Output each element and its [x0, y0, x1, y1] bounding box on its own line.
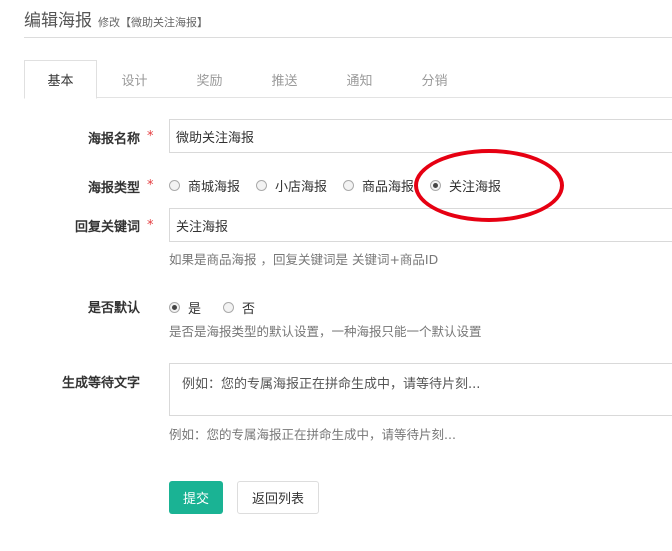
radio-label: 小店海报 — [275, 180, 328, 195]
back-to-list-button[interactable]: 返回列表 — [237, 481, 319, 514]
header-divider — [24, 37, 672, 38]
tab-distribution[interactable]: 分销 — [397, 60, 472, 98]
poster-name-label: 海报名称 — [87, 132, 140, 147]
waiting-text-label: 生成等待文字 — [61, 376, 140, 391]
is-default-radio-group: 是 否 — [169, 298, 271, 317]
radio-button-selected[interactable] — [169, 302, 180, 313]
radio-default-yes[interactable]: 是 — [169, 298, 201, 317]
reply-keyword-help: 如果是商品海报 ，回复关键词是 关键词+商品ID — [169, 252, 439, 267]
radio-label: 否 — [242, 302, 256, 317]
page-subtitle: 修改【微助关注海报】 — [98, 16, 208, 29]
required-mark: * — [147, 218, 154, 233]
tab-bar: 基本 设计 奖励 推送 通知 分销 — [24, 60, 672, 99]
radio-shop-poster[interactable]: 小店海报 — [256, 176, 327, 195]
radio-button[interactable] — [256, 180, 268, 191]
radio-button-selected[interactable] — [430, 180, 442, 191]
tab-push[interactable]: 推送 — [247, 60, 322, 98]
is-default-label: 是否默认 — [87, 301, 140, 316]
reply-keyword-input[interactable]: 关注海报 — [169, 208, 672, 242]
reply-keyword-label: 回复关键词 — [74, 220, 140, 235]
radio-button[interactable] — [169, 180, 180, 191]
poster-name-input[interactable]: 微助关注海报 — [169, 119, 672, 153]
radio-label: 商城海报 — [188, 180, 241, 195]
waiting-text-textarea[interactable]: 例如：您的专属海报正在拼命生成中，请等待片刻... — [169, 363, 672, 416]
waiting-text-help: 例如：您的专属海报正在拼命生成中，请等待片刻... — [169, 427, 456, 442]
is-default-help: 是否是海报类型的默认设置，一种海报只能一个默认设置 — [169, 324, 482, 339]
radio-label: 商品海报 — [362, 180, 415, 195]
required-mark: * — [147, 178, 154, 193]
poster-type-radio-group: 商城海报 小店海报 商品海报 关注海报 — [169, 176, 517, 195]
radio-button[interactable] — [223, 302, 235, 313]
radio-default-no[interactable]: 否 — [223, 298, 255, 317]
radio-label: 关注海报 — [449, 180, 502, 195]
radio-follow-poster[interactable]: 关注海报 — [430, 176, 501, 195]
page-title: 编辑海报 — [24, 11, 92, 31]
page-header: 编辑海报 修改【微助关注海报】 — [24, 6, 208, 31]
poster-type-label: 海报类型 — [87, 181, 140, 196]
tab-reward[interactable]: 奖励 — [172, 60, 247, 98]
radio-product-poster[interactable]: 商品海报 — [343, 176, 414, 195]
tab-notify[interactable]: 通知 — [322, 60, 397, 98]
radio-label: 是 — [188, 302, 202, 317]
radio-mall-poster[interactable]: 商城海报 — [169, 176, 240, 195]
tab-basic[interactable]: 基本 — [24, 60, 97, 99]
radio-button[interactable] — [343, 180, 355, 191]
required-mark: * — [147, 129, 154, 144]
tab-design[interactable]: 设计 — [97, 60, 172, 98]
submit-button[interactable]: 提交 — [169, 481, 223, 514]
